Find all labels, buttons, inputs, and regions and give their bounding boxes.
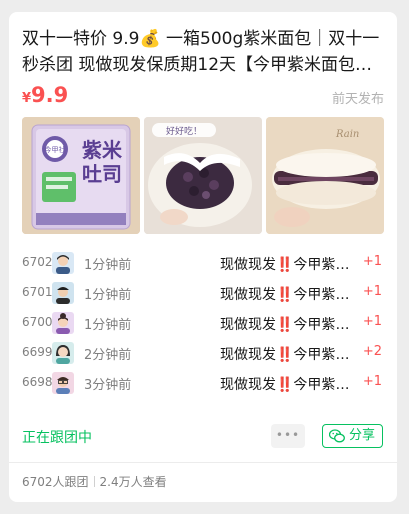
order-quantity: +1 bbox=[362, 284, 382, 299]
order-time: 1分钟前 bbox=[84, 318, 132, 333]
avatar-icon bbox=[52, 342, 74, 364]
order-row[interactable]: 6699 2分钟前 现做现发‼️今甲紫米面包 +2 bbox=[22, 338, 384, 368]
package-text-bottom: 吐司 bbox=[82, 162, 122, 186]
group-status: 正在跟团中 bbox=[22, 430, 92, 446]
order-row[interactable]: 6702 1分钟前 现做现发‼️今甲紫米面包 +1 bbox=[22, 248, 384, 278]
price-row: ¥9.9 前天发布 bbox=[22, 83, 384, 109]
order-time: 1分钟前 bbox=[84, 258, 132, 273]
views-count: 2.4万人查看 bbox=[99, 475, 167, 489]
post-title[interactable]: 双十一特价 9.9💰 一箱500g紫米面包｜双十一秒杀团 现做现发保质期12天【… bbox=[22, 26, 384, 78]
share-label: 分享 bbox=[349, 428, 376, 443]
order-number: 6698 bbox=[22, 375, 53, 389]
order-row[interactable]: 6701 1分钟前 现做现发‼️今甲紫米面包 +1 bbox=[22, 278, 384, 308]
image-banner-text: 好好吃！ bbox=[166, 125, 202, 137]
stats-footer: 6702人跟团 2.4万人查看 bbox=[22, 473, 167, 490]
divider bbox=[9, 462, 397, 463]
price-value: 9.9 bbox=[31, 83, 69, 107]
product-images: 今甲社 紫米 吐司 好好吃！ Rain bbox=[22, 117, 384, 234]
package-text-top: 紫米 bbox=[82, 138, 123, 162]
order-product: 现做现发‼️今甲紫米面包 bbox=[220, 257, 355, 273]
more-button[interactable]: ••• bbox=[271, 424, 305, 448]
order-quantity: +1 bbox=[362, 254, 382, 269]
order-product: 现做现发‼️今甲紫米面包 bbox=[220, 377, 355, 393]
stats-separator bbox=[93, 476, 95, 487]
price-currency: ¥ bbox=[22, 91, 32, 106]
order-number: 6702 bbox=[22, 255, 53, 269]
avatar-icon bbox=[52, 312, 74, 334]
order-quantity: +1 bbox=[362, 374, 382, 389]
package-brand-text: 今甲社 bbox=[45, 145, 66, 154]
group-buy-card[interactable]: 双十一特价 9.9💰 一箱500g紫米面包｜双十一秒杀团 现做现发保质期12天【… bbox=[9, 12, 397, 502]
order-time: 2分钟前 bbox=[84, 348, 132, 363]
order-row[interactable]: 6700 1分钟前 现做现发‼️今甲紫米面包 +1 bbox=[22, 308, 384, 338]
avatar-icon bbox=[52, 252, 74, 274]
participants-count: 6702人跟团 bbox=[22, 475, 89, 489]
posted-time: 前天发布 bbox=[331, 92, 384, 107]
bread-with-purple-filling-icon: 好好吃！ bbox=[144, 117, 262, 234]
order-time: 3分钟前 bbox=[84, 378, 132, 393]
order-list: 6702 1分钟前 现做现发‼️今甲紫米面包 +1 6701 1分钟前 现做现发… bbox=[22, 248, 384, 398]
avatar-icon bbox=[52, 372, 74, 394]
product-image-1[interactable]: 今甲社 紫米 吐司 bbox=[22, 117, 140, 234]
order-number: 6700 bbox=[22, 315, 53, 329]
order-quantity: +2 bbox=[362, 344, 382, 359]
order-time: 1分钟前 bbox=[84, 288, 132, 303]
order-row[interactable]: 6698 3分钟前 现做现发‼️今甲紫米面包 +1 bbox=[22, 368, 384, 398]
order-number: 6699 bbox=[22, 345, 53, 359]
svg-text:Rain: Rain bbox=[335, 129, 359, 140]
order-number: 6701 bbox=[22, 285, 53, 299]
avatar-icon bbox=[52, 282, 74, 304]
bread-cross-section-icon: Rain bbox=[266, 117, 384, 234]
wechat-icon bbox=[329, 429, 345, 443]
price: ¥9.9 bbox=[22, 83, 68, 107]
order-product: 现做现发‼️今甲紫米面包 bbox=[220, 347, 355, 363]
order-product: 现做现发‼️今甲紫米面包 bbox=[220, 287, 355, 303]
product-image-3[interactable]: Rain bbox=[266, 117, 384, 234]
purple-rice-bread-package-icon: 今甲社 紫米 吐司 bbox=[22, 117, 140, 234]
order-product: 现做现发‼️今甲紫米面包 bbox=[220, 317, 355, 333]
share-button[interactable]: 分享 bbox=[322, 424, 383, 448]
product-image-2[interactable]: 好好吃！ bbox=[144, 117, 262, 234]
order-quantity: +1 bbox=[362, 314, 382, 329]
